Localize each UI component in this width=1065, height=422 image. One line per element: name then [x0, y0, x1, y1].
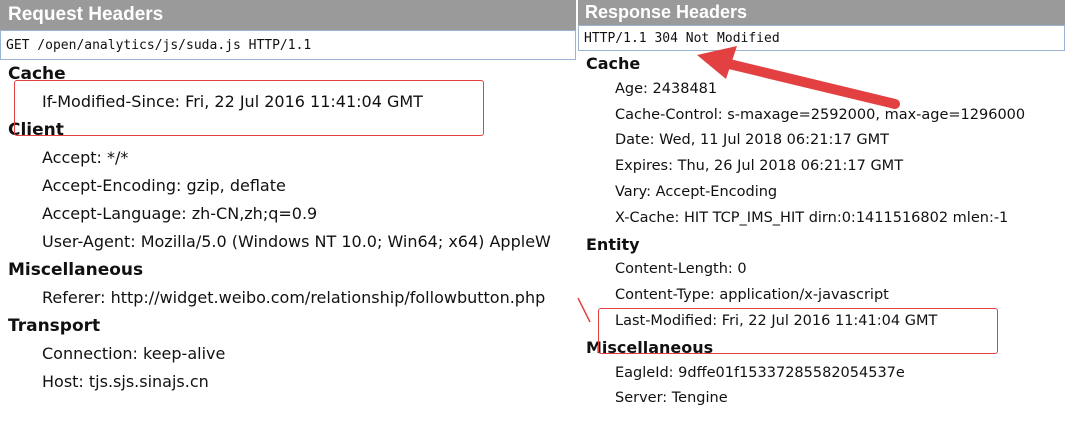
- request-header-host[interactable]: Host: tjs.sjs.sinajs.cn: [0, 368, 576, 396]
- response-header-age[interactable]: Age: 2438481: [578, 77, 1065, 103]
- response-header-content-type[interactable]: Content-Type: application/x-javascript: [578, 283, 1065, 309]
- response-header-expires[interactable]: Expires: Thu, 26 Jul 2018 06:21:17 GMT: [578, 154, 1065, 180]
- response-headers-title: Response Headers: [578, 0, 1065, 25]
- request-headers-panel: Request Headers GET /open/analytics/js/s…: [0, 0, 576, 422]
- request-header-user-agent[interactable]: User-Agent: Mozilla/5.0 (Windows NT 10.0…: [0, 228, 576, 256]
- response-header-date[interactable]: Date: Wed, 11 Jul 2018 06:21:17 GMT: [578, 128, 1065, 154]
- request-header-if-modified-since[interactable]: If-Modified-Since: Fri, 22 Jul 2016 11:4…: [0, 88, 576, 116]
- request-header-connection[interactable]: Connection: keep-alive: [0, 340, 576, 368]
- response-header-last-modified[interactable]: Last-Modified: Fri, 22 Jul 2016 11:41:04…: [578, 309, 1065, 335]
- request-header-accept-encoding[interactable]: Accept-Encoding: gzip, deflate: [0, 172, 576, 200]
- response-header-vary[interactable]: Vary: Accept-Encoding: [578, 180, 1065, 206]
- response-status-line[interactable]: HTTP/1.1 304 Not Modified: [578, 25, 1065, 51]
- response-header-server[interactable]: Server: Tengine: [578, 386, 1065, 412]
- response-headers-panel: Response Headers HTTP/1.1 304 Not Modifi…: [578, 0, 1065, 422]
- response-header-content-length[interactable]: Content-Length: 0: [578, 257, 1065, 283]
- request-section-cache[interactable]: Cache: [0, 60, 576, 88]
- response-header-cache-control[interactable]: Cache-Control: s-maxage=2592000, max-age…: [578, 103, 1065, 129]
- response-header-eagleid[interactable]: EagleId: 9dffe01f15337285582054537e: [578, 361, 1065, 387]
- response-section-entity[interactable]: Entity: [578, 232, 1065, 258]
- response-section-miscellaneous[interactable]: Miscellaneous: [578, 335, 1065, 361]
- response-section-cache[interactable]: Cache: [578, 51, 1065, 77]
- request-headers-tree: Cache If-Modified-Since: Fri, 22 Jul 201…: [0, 60, 576, 396]
- response-header-x-cache[interactable]: X-Cache: HIT TCP_IMS_HIT dirn:0:14115168…: [578, 206, 1065, 232]
- request-section-client[interactable]: Client: [0, 116, 576, 144]
- response-headers-tree: Cache Age: 2438481 Cache-Control: s-maxa…: [578, 51, 1065, 412]
- request-line[interactable]: GET /open/analytics/js/suda.js HTTP/1.1: [0, 30, 576, 60]
- request-section-transport[interactable]: Transport: [0, 312, 576, 340]
- request-headers-title: Request Headers: [0, 0, 576, 30]
- request-section-miscellaneous[interactable]: Miscellaneous: [0, 256, 576, 284]
- request-header-referer[interactable]: Referer: http://widget.weibo.com/relatio…: [0, 284, 576, 312]
- request-header-accept[interactable]: Accept: */*: [0, 144, 576, 172]
- request-header-accept-language[interactable]: Accept-Language: zh-CN,zh;q=0.9: [0, 200, 576, 228]
